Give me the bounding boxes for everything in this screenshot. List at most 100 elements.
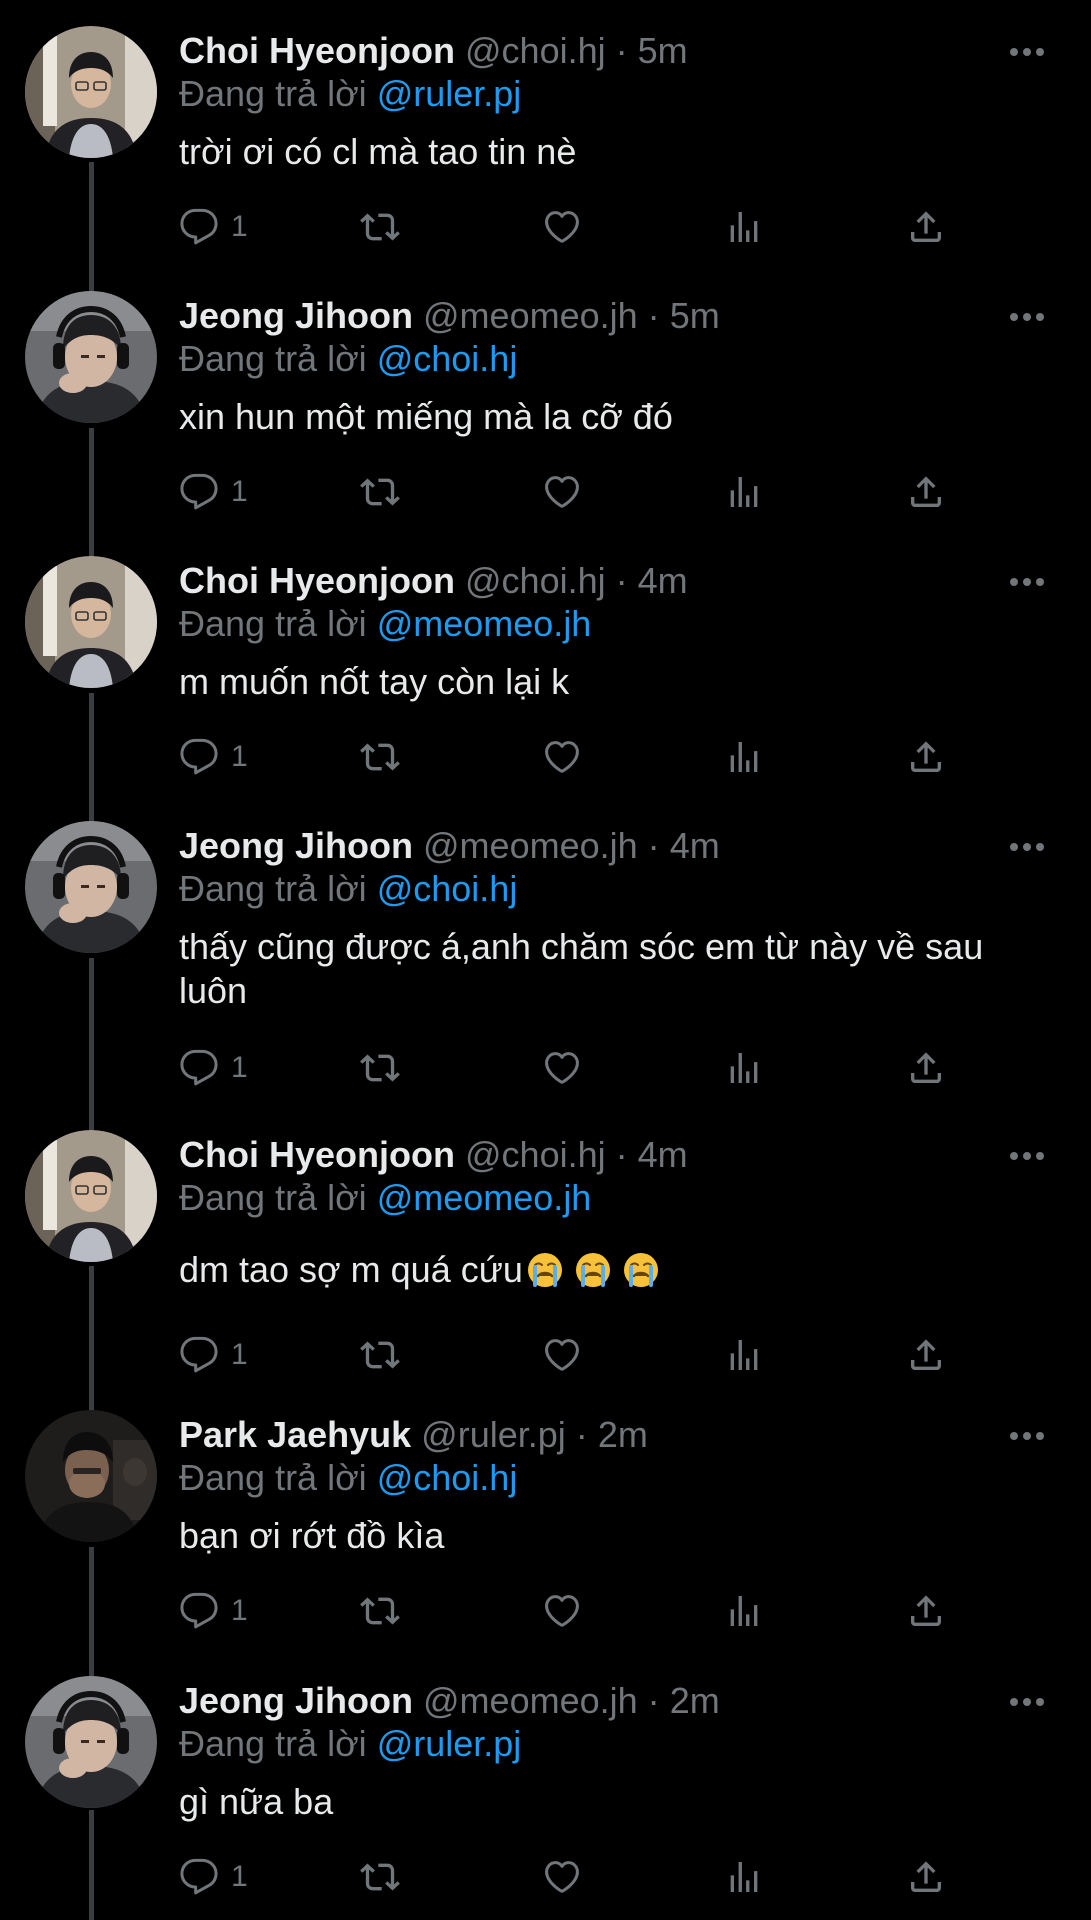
retweet-button[interactable] [360,1586,400,1636]
separator-dot: · [615,30,628,71]
display-name[interactable]: Park Jaehyuk [179,1414,411,1455]
handle[interactable]: @meomeo.jh [423,1680,638,1721]
thread-line [89,1547,94,1676]
display-name[interactable]: Jeong Jihoon [179,825,413,866]
timestamp[interactable]: 5m [638,30,688,71]
avatar[interactable] [25,821,157,953]
handle[interactable]: @meomeo.jh [423,295,638,336]
separator-dot: · [615,1134,628,1175]
replying-to-label: Đang trả lời [179,1723,367,1764]
share-button[interactable] [906,1852,946,1902]
like-button[interactable] [542,467,582,517]
like-button[interactable] [542,1043,582,1093]
reply-icon [179,1591,219,1631]
mention-link[interactable]: @ruler.pj [377,73,522,114]
crying-face-emoji [623,1252,659,1288]
heart-icon [542,1591,582,1631]
more-button[interactable] [999,829,1055,865]
views-button[interactable] [724,467,764,517]
mention-link[interactable]: @meomeo.jh [377,1177,592,1218]
display-name[interactable]: Choi Hyeonjoon [179,1134,455,1175]
retweet-button[interactable] [360,1852,400,1902]
retweet-button[interactable] [360,1330,400,1380]
views-icon [724,207,764,247]
share-button[interactable] [906,202,946,252]
timestamp[interactable]: 2m [598,1414,648,1455]
handle[interactable]: @meomeo.jh [423,825,638,866]
timestamp[interactable]: 2m [670,1680,720,1721]
timestamp[interactable]: 4m [670,825,720,866]
thread-line [89,162,94,292]
share-icon [906,737,946,777]
timestamp[interactable]: 4m [638,560,688,601]
views-button[interactable] [724,1852,764,1902]
retweet-button[interactable] [360,1043,400,1093]
tweet-actions: 1 [179,1043,979,1093]
mention-link[interactable]: @choi.hj [377,338,518,379]
share-button[interactable] [906,467,946,517]
tweet-text: xin hun một miếng mà la cỡ đó [179,396,673,437]
more-icon [1009,842,1045,852]
replying-to: Đang trả lời @choi.hj [179,335,517,383]
avatar[interactable] [25,1130,157,1262]
retweet-icon [360,207,400,247]
avatar[interactable] [25,1676,157,1808]
like-button[interactable] [542,202,582,252]
mention-link[interactable]: @choi.hj [377,868,518,909]
more-button[interactable] [999,299,1055,335]
more-button[interactable] [999,1684,1055,1720]
views-button[interactable] [724,1330,764,1380]
reply-button[interactable]: 1 [179,202,248,252]
avatar[interactable] [25,291,157,423]
handle[interactable]: @choi.hj [465,560,606,601]
avatar[interactable] [25,26,157,158]
display-name[interactable]: Choi Hyeonjoon [179,560,455,601]
separator-dot: · [615,560,628,601]
display-name[interactable]: Jeong Jihoon [179,1680,413,1721]
like-button[interactable] [542,1586,582,1636]
more-button[interactable] [999,1418,1055,1454]
handle[interactable]: @choi.hj [465,30,606,71]
views-button[interactable] [724,732,764,782]
reply-button[interactable]: 1 [179,732,248,782]
share-button[interactable] [906,1043,946,1093]
reply-button[interactable]: 1 [179,1852,248,1902]
tweet-header: Park Jaehyuk @ruler.pj · 2m [179,1410,648,1460]
share-button[interactable] [906,732,946,782]
views-button[interactable] [724,1586,764,1636]
views-icon [724,1591,764,1631]
reply-button[interactable]: 1 [179,1043,248,1093]
timestamp[interactable]: 4m [638,1134,688,1175]
more-button[interactable] [999,564,1055,600]
avatar[interactable] [25,556,157,688]
more-button[interactable] [999,34,1055,70]
views-button[interactable] [724,202,764,252]
retweet-button[interactable] [360,732,400,782]
share-button[interactable] [906,1330,946,1380]
reply-button[interactable]: 1 [179,467,248,517]
tweet-text: m muốn nốt tay còn lại k [179,661,570,702]
retweet-button[interactable] [360,467,400,517]
mention-link[interactable]: @choi.hj [377,1457,518,1498]
share-button[interactable] [906,1586,946,1636]
mention-link[interactable]: @ruler.pj [377,1723,522,1764]
reply-icon [179,1048,219,1088]
more-button[interactable] [999,1138,1055,1174]
share-icon [906,1857,946,1897]
retweet-button[interactable] [360,202,400,252]
views-button[interactable] [724,1043,764,1093]
retweet-icon [360,1591,400,1631]
avatar[interactable] [25,1410,157,1542]
handle[interactable]: @choi.hj [465,1134,606,1175]
timestamp[interactable]: 5m [670,295,720,336]
like-button[interactable] [542,1852,582,1902]
handle[interactable]: @ruler.pj [421,1414,566,1455]
like-button[interactable] [542,1330,582,1380]
reply-button[interactable]: 1 [179,1586,248,1636]
like-button[interactable] [542,732,582,782]
display-name[interactable]: Jeong Jihoon [179,295,413,336]
reply-button[interactable]: 1 [179,1330,248,1380]
display-name[interactable]: Choi Hyeonjoon [179,30,455,71]
thread-line [89,428,94,558]
mention-link[interactable]: @meomeo.jh [377,603,592,644]
